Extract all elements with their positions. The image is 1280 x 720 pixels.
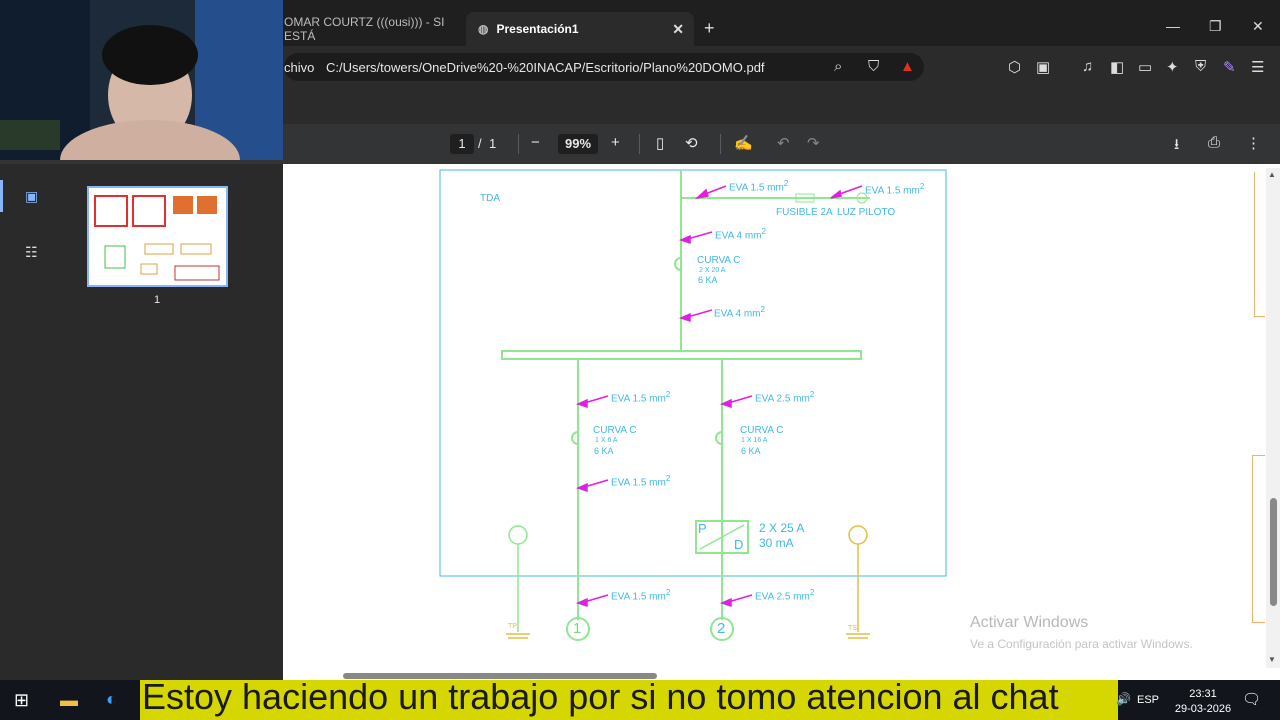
cable-label: EVA 1.5 mm2 bbox=[611, 474, 671, 489]
url-text[interactable]: C:/Users/towers/OneDrive%20-%20INACAP/Es… bbox=[326, 60, 765, 75]
system-clock[interactable]: 23:31 29-03-2026 bbox=[1170, 687, 1236, 717]
wallet-icon[interactable]: ▭ bbox=[1138, 58, 1152, 76]
breaker-spec: 6 KA bbox=[594, 446, 614, 456]
rcd-label-d: D bbox=[734, 537, 744, 552]
cable-label: EVA 1.5 mm2 bbox=[611, 588, 671, 603]
divider bbox=[639, 134, 640, 154]
breaker-spec: 6 KA bbox=[698, 275, 718, 285]
active-indicator bbox=[0, 180, 3, 212]
pilot-light-label: LUZ PILOTO bbox=[837, 207, 896, 218]
tab-label: OMAR COURTZ (((ousi))) - SI ESTÁ bbox=[284, 15, 445, 43]
stream-caption: Estoy haciendo un trabajo por si no tomo… bbox=[142, 676, 1059, 717]
ground-ts-label: TS bbox=[848, 625, 857, 632]
tda-enclosure bbox=[439, 169, 947, 577]
thumbnail-page-number: 1 bbox=[154, 294, 161, 306]
address-prefix: chivo bbox=[284, 60, 315, 75]
next-drawing-edge bbox=[1252, 455, 1265, 623]
music-icon[interactable]: ♫ bbox=[1082, 58, 1093, 75]
rcd-spec: 30 mA bbox=[759, 536, 794, 550]
clock-date: 29-03-2026 bbox=[1174, 703, 1232, 715]
download-icon[interactable]: ⭳ bbox=[1174, 134, 1179, 159]
sidebar-toggle-icon[interactable]: ◧ bbox=[1110, 58, 1124, 76]
redo-icon[interactable]: ↷ bbox=[807, 134, 820, 152]
brave-rewards-icon[interactable]: ▲ bbox=[900, 58, 915, 75]
annotate-icon[interactable]: ✍ bbox=[734, 134, 753, 152]
page-separator: / bbox=[478, 136, 482, 151]
edge-icon[interactable]: ◐ bbox=[106, 689, 117, 710]
next-drawing-edge bbox=[1254, 172, 1265, 317]
fit-page-icon[interactable]: ▯ bbox=[656, 134, 664, 152]
page-thumbnail[interactable] bbox=[87, 186, 228, 287]
fuse-label: FUSIBLE 2A bbox=[776, 207, 833, 218]
tab-presentacion[interactable]: ◍ Presentación1 ✕ bbox=[466, 12, 694, 46]
webcam-overlay bbox=[0, 0, 283, 200]
tda-label: TDA bbox=[480, 193, 500, 204]
page-total: 1 bbox=[489, 136, 497, 151]
globe-icon: ◍ bbox=[478, 22, 489, 36]
zoom-input[interactable]: 99% bbox=[558, 134, 598, 154]
breaker-label: CURVA C bbox=[593, 425, 637, 436]
zoom-search-icon[interactable]: ⌕ bbox=[834, 58, 842, 75]
webcam-feed bbox=[0, 0, 283, 200]
language-indicator[interactable]: ESP bbox=[1137, 694, 1159, 706]
thumbnail-preview bbox=[94, 195, 220, 281]
activate-windows-title: Activar Windows bbox=[970, 614, 1089, 631]
circuit-1-number: 1 bbox=[573, 620, 582, 637]
restore-icon[interactable]: ❐ bbox=[1209, 18, 1222, 35]
tab-omar-courtz[interactable]: OMAR COURTZ (((ousi))) - SI ESTÁ bbox=[284, 12, 454, 46]
scroll-down-icon[interactable]: ▼ bbox=[1268, 655, 1276, 664]
divider bbox=[518, 134, 519, 154]
cable-label: EVA 2.5 mm2 bbox=[755, 390, 815, 405]
activate-windows-subtitle: Ve a Configuración para activar Windows. bbox=[970, 637, 1193, 651]
page-number-input[interactable]: 1 bbox=[450, 134, 474, 154]
breaker-label: CURVA C bbox=[697, 255, 741, 266]
brave-shield-icon[interactable]: ⛉ bbox=[868, 58, 879, 75]
file-explorer-icon[interactable]: ▬ bbox=[60, 690, 78, 711]
tab-label: Presentación1 bbox=[496, 22, 579, 36]
ground-tp-label: TP bbox=[508, 623, 517, 630]
rcd-label-p: P bbox=[698, 521, 707, 536]
minimize-icon[interactable]: — bbox=[1166, 18, 1180, 34]
undo-icon[interactable]: ↶ bbox=[777, 134, 790, 152]
notifications-icon[interactable]: 🗨 bbox=[1242, 690, 1261, 708]
clock-time: 23:31 bbox=[1189, 688, 1217, 700]
scroll-up-icon[interactable]: ▲ bbox=[1268, 170, 1276, 179]
breaker-spec: 1 X 16 A bbox=[741, 437, 768, 444]
leo-ai-icon[interactable]: ✦ bbox=[1166, 58, 1179, 76]
close-window-icon[interactable]: ✕ bbox=[1252, 18, 1264, 35]
extensions-icon[interactable]: ⬡ bbox=[1008, 58, 1021, 76]
cable-label: EVA 1.5 mm2 bbox=[729, 179, 789, 194]
pen-icon[interactable]: ✎ bbox=[1223, 58, 1236, 76]
vpn-icon[interactable]: ⛨ bbox=[1195, 58, 1206, 75]
screenshot-icon[interactable]: ▣ bbox=[1036, 58, 1050, 76]
breaker-spec: 1 X 6 A bbox=[595, 437, 618, 444]
menu-icon[interactable]: ☰ bbox=[1251, 58, 1264, 76]
new-tab-button[interactable]: + bbox=[704, 18, 715, 39]
outline-icon[interactable]: ☷ bbox=[25, 244, 38, 261]
cable-label: EVA 4 mm2 bbox=[714, 305, 765, 320]
cable-label: EVA 1.5 mm2 bbox=[611, 390, 671, 405]
zoom-out-icon[interactable]: − bbox=[531, 134, 540, 151]
rotate-icon[interactable]: ⟲ bbox=[685, 134, 698, 152]
rcd-spec: 2 X 25 A bbox=[759, 521, 805, 535]
cable-label: EVA 4 mm2 bbox=[715, 227, 766, 242]
more-options-icon[interactable]: ⋮ bbox=[1246, 134, 1261, 152]
cable-label: EVA 2.5 mm2 bbox=[755, 588, 815, 603]
windows-start-icon[interactable]: ⊞ bbox=[14, 690, 29, 711]
breaker-spec: 2 X 20 A bbox=[699, 267, 726, 274]
breaker-spec: 6 KA bbox=[741, 446, 761, 456]
breaker-label: CURVA C bbox=[740, 425, 784, 436]
print-icon[interactable]: ⎙ bbox=[1208, 134, 1220, 151]
cable-label: EVA 1.5 mm2 bbox=[865, 182, 925, 197]
vertical-scroll-thumb[interactable] bbox=[1270, 498, 1277, 606]
close-tab-icon[interactable]: ✕ bbox=[672, 21, 684, 38]
thumbnails-icon[interactable]: ▣ bbox=[25, 188, 38, 205]
circuit-2-number: 2 bbox=[717, 620, 726, 637]
zoom-in-icon[interactable]: + bbox=[611, 134, 620, 151]
volume-icon[interactable]: 🔊 bbox=[1116, 692, 1131, 706]
busbar bbox=[501, 350, 862, 360]
divider bbox=[720, 134, 721, 154]
